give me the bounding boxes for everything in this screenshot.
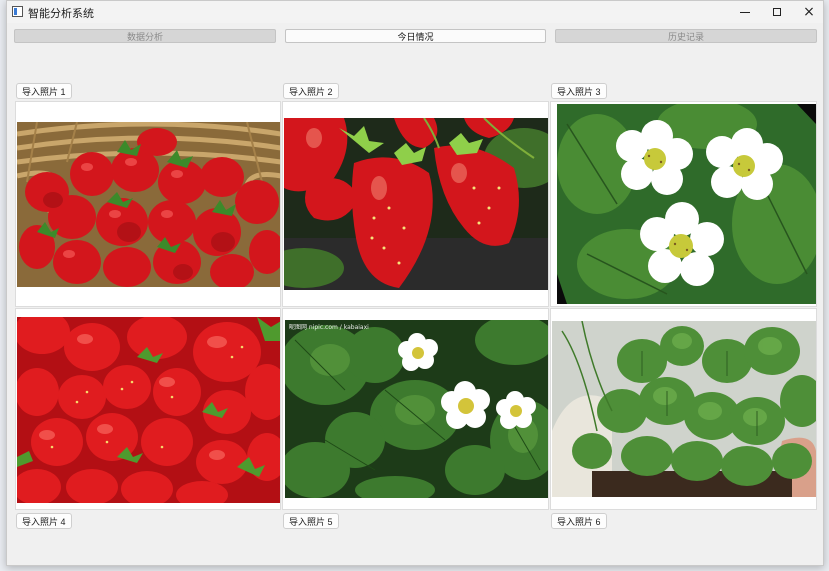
photo-frame-6 [550, 308, 817, 510]
tab-data-analysis[interactable]: 数据分析 [14, 29, 276, 43]
photo-5-watermark: 昵图网 nipic.com / kabaiaxi [289, 324, 369, 331]
import-photo-2-button[interactable]: 导入照片 2 [283, 83, 339, 99]
photo-4-strawberry-pile [17, 317, 280, 503]
close-button[interactable]: × [793, 1, 825, 23]
app-window: 智能分析系统 × 数据分析 今日情况 历史记录 导入照片 1 导入照片 2 导入… [6, 0, 824, 566]
photo-3-white-flowers [557, 104, 816, 304]
tab-today-status[interactable]: 今日情况 [285, 29, 546, 43]
photo-5-leaves-flowers: 昵图网 nipic.com / kabaiaxi [285, 320, 548, 498]
photo-frame-1 [15, 101, 281, 307]
import-photo-1-button[interactable]: 导入照片 1 [16, 83, 72, 99]
minimize-button[interactable] [729, 1, 761, 23]
photo-frame-5: 昵图网 nipic.com / kabaiaxi [282, 308, 549, 510]
window-title: 智能分析系统 [28, 7, 94, 20]
app-window-icon [12, 6, 23, 17]
import-photo-6-button[interactable]: 导入照片 6 [551, 513, 607, 529]
photo-1-strawberries-basket [17, 122, 280, 287]
photo-frame-4 [15, 308, 281, 510]
minimize-icon [740, 11, 750, 13]
import-photo-3-button[interactable]: 导入照片 3 [551, 83, 607, 99]
title-bar[interactable]: 智能分析系统 × [7, 1, 823, 23]
close-icon: × [803, 4, 815, 20]
photo-6-potted-plant [552, 321, 816, 497]
import-photo-5-button[interactable]: 导入照片 5 [283, 513, 339, 529]
maximize-button[interactable] [761, 1, 793, 23]
maximize-icon [773, 8, 781, 16]
photo-frame-2 [282, 101, 549, 307]
photo-frame-3 [550, 101, 817, 307]
tab-history[interactable]: 历史记录 [555, 29, 817, 43]
import-photo-4-button[interactable]: 导入照片 4 [16, 513, 72, 529]
photo-2-strawberries-plant [284, 118, 548, 290]
